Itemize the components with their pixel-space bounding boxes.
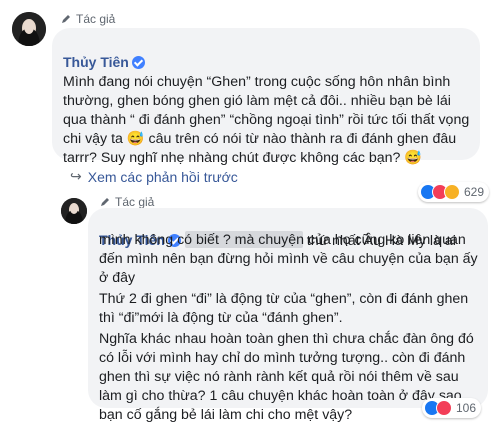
comment-body: Mình đang nói chuyện “Ghen” trong cuộc s…	[63, 74, 470, 166]
reply-author-avatar[interactable]	[61, 198, 87, 224]
reply-author-badge-label: Tác giả	[115, 195, 155, 209]
reply-para1: mình không có biết ? mà chuyện của họ cũ…	[99, 232, 478, 286]
reply-arrow-icon: ↪	[70, 168, 82, 184]
view-previous-replies-label[interactable]: Xem các phản hồi trước	[88, 169, 238, 185]
haha-icon	[444, 184, 460, 200]
reply-author-badge: Tác giả	[99, 195, 154, 209]
verified-icon	[131, 56, 145, 69]
avatar-image	[61, 198, 87, 224]
comment-text: Thủy Tiên Mình đang nói chuyện “Ghen” tr…	[63, 34, 473, 168]
pen-icon	[62, 15, 70, 23]
reply-reaction-count: 106	[456, 401, 477, 415]
reaction-count: 629	[464, 185, 485, 199]
love-icon	[436, 400, 452, 416]
avatar-image	[12, 12, 46, 46]
reaction-summary[interactable]: 629	[418, 182, 490, 202]
author-name[interactable]: Thủy Tiên	[63, 54, 129, 70]
author-badge: Tác giả	[60, 12, 115, 26]
pen-icon	[101, 198, 109, 206]
author-badge-label: Tác giả	[76, 12, 116, 26]
view-previous-replies-link[interactable]: ↪ Xem các phản hồi trước	[70, 168, 238, 185]
author-avatar[interactable]	[12, 12, 46, 46]
reply-reaction-summary[interactable]: 106	[422, 398, 482, 418]
reply-para2: Thứ 2 đi ghen “đi” là động từ của “ghen”…	[99, 291, 469, 326]
